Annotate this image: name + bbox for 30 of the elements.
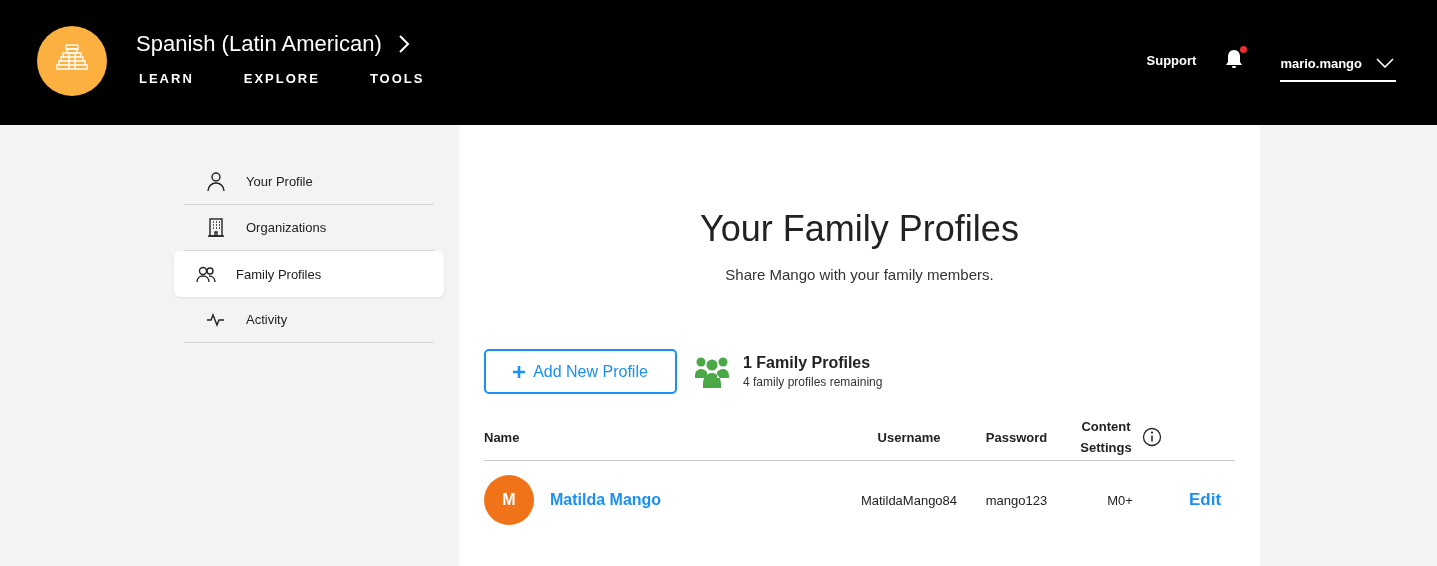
chevron-right-icon[interactable] <box>397 34 410 54</box>
support-link[interactable]: Support <box>1146 52 1197 68</box>
avatar-initial: M <box>484 475 534 525</box>
page-title: Your Family Profiles <box>699 208 1020 250</box>
column-header: Password <box>985 429 1048 445</box>
table-cell-text: mango123 <box>984 492 1049 508</box>
person-icon <box>206 171 226 192</box>
course-title[interactable]: Spanish (Latin American) <box>136 31 382 57</box>
table-cell-text: M0+ <box>1106 492 1134 508</box>
chevron-down-icon <box>1376 58 1394 68</box>
sidebar-item[interactable]: Your Profile <box>184 159 434 205</box>
nav-link[interactable]: LEARN <box>139 71 194 86</box>
column-header: Username <box>877 429 941 445</box>
nav-link[interactable]: TOOLS <box>369 71 425 86</box>
sidebar-item[interactable]: Activity <box>184 297 434 343</box>
plus-icon <box>513 365 526 378</box>
page-subtitle: Share Mango with your family members. <box>724 266 995 283</box>
sidebar-item[interactable]: Family Profiles <box>174 251 444 297</box>
user-menu[interactable]: mario.mango <box>1280 55 1396 82</box>
notification-bell-icon[interactable] <box>1224 47 1245 70</box>
building-icon <box>206 217 226 238</box>
table-cell-text: MatildaMango84 <box>859 492 959 508</box>
nav-link[interactable]: EXPLORE <box>243 71 320 86</box>
profile-count: 1 Family Profiles <box>743 354 872 372</box>
people-group-icon <box>695 355 729 388</box>
column-header: Name <box>484 429 520 445</box>
info-icon[interactable] <box>1142 427 1162 447</box>
profiles-remaining-note: 4 family profiles remaining <box>743 375 883 389</box>
column-header: Content Settings <box>1079 418 1133 457</box>
course-logo[interactable] <box>37 25 107 96</box>
